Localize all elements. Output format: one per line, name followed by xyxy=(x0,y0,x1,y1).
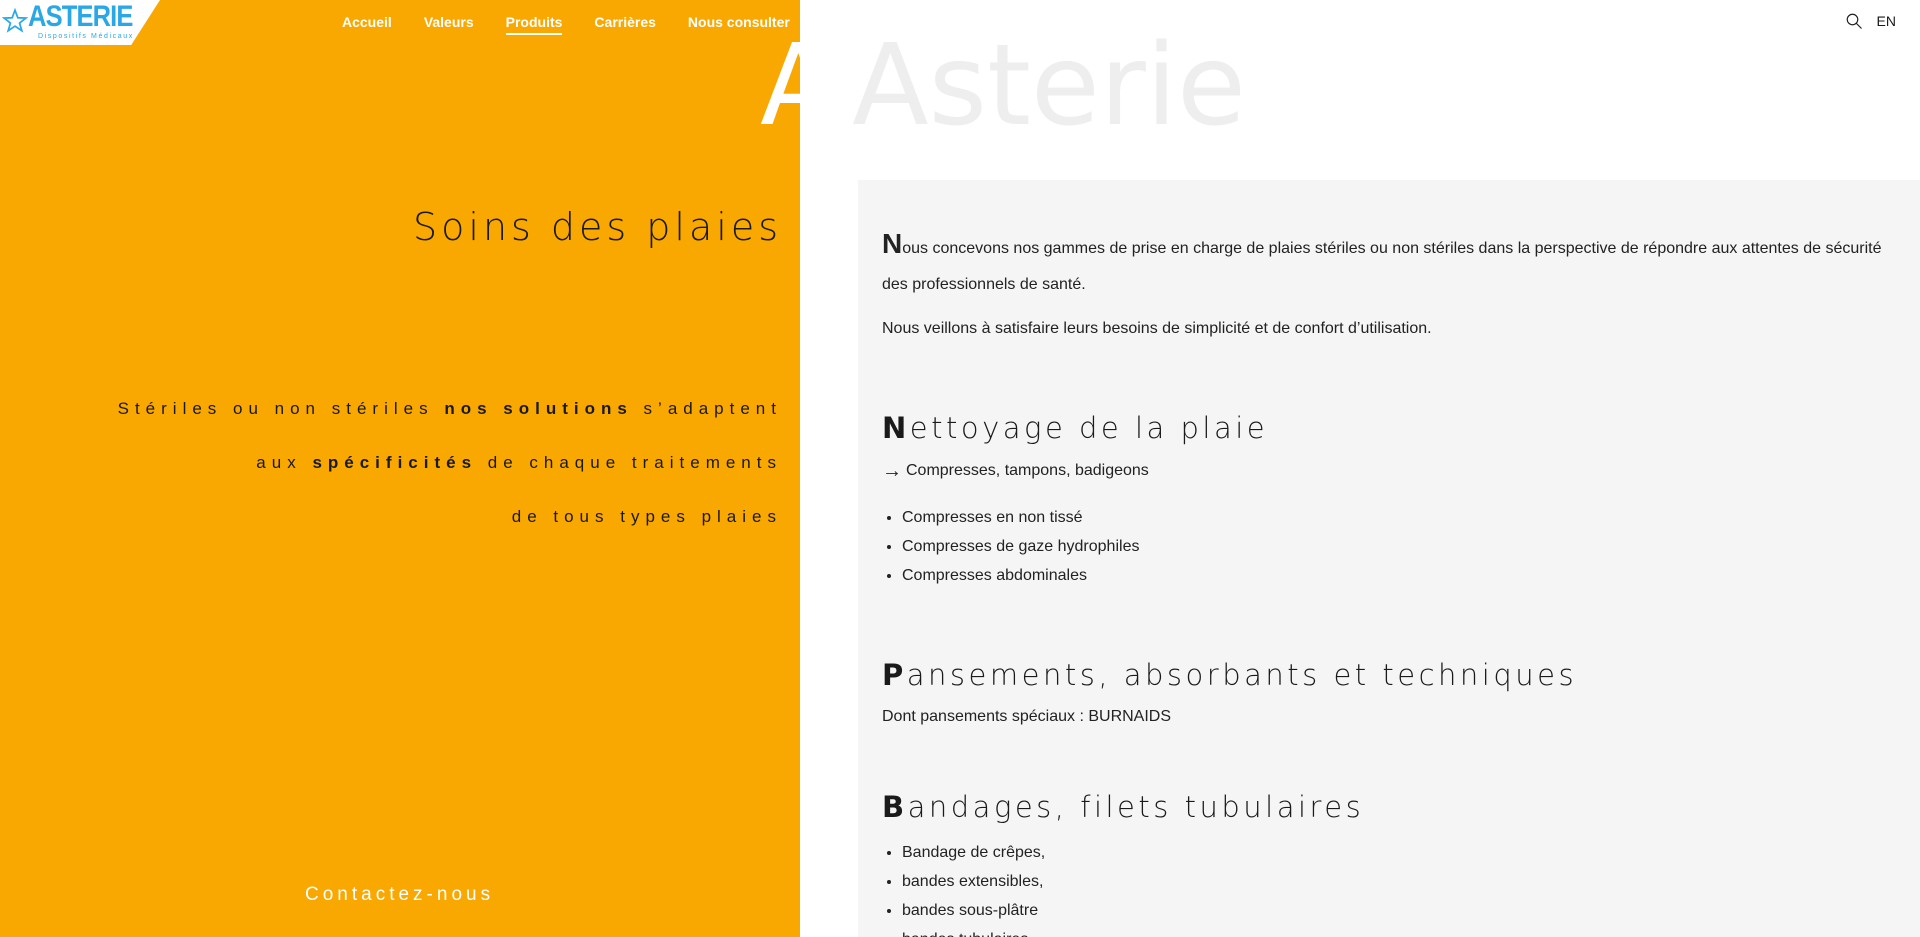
watermark-text: Asterie xyxy=(852,21,1246,151)
hero-tagline: Stériles ou non stériles nos solutions s… xyxy=(118,382,782,544)
section-subtitle: Dont pansements spéciaux : BURNAIDS xyxy=(882,708,1172,725)
list-item: Bandage de crêpes, xyxy=(902,838,1896,867)
dropcap: N xyxy=(882,228,903,259)
section-bandages: Bandages, filets tubulaires Bandage de c… xyxy=(882,790,1896,937)
contact-link[interactable]: Contactez-nous xyxy=(305,884,494,906)
section-subtitle: → Compresses, tampons, badigeons xyxy=(882,460,1149,482)
tagline-line-1: Stériles ou non stériles nos solutions s… xyxy=(117,399,782,418)
section-title: Bandages, filets tubulaires xyxy=(882,790,1365,824)
intro: Nous concevons nos gammes de prise en ch… xyxy=(882,230,1896,347)
list-item: bandes extensibles, xyxy=(902,867,1896,896)
intro-paragraph-1: Nous concevons nos gammes de prise en ch… xyxy=(882,228,1882,294)
logo-name: ASTERIE xyxy=(28,0,133,33)
logo-subtitle: Dispositifs Médicaux xyxy=(38,33,134,40)
tagline-line-2: aux spécificités de chaque traitements xyxy=(256,453,782,472)
product-list: Compresses en non tissé Compresses de ga… xyxy=(882,503,1896,590)
search-icon[interactable] xyxy=(1845,12,1863,30)
list-item: Compresses de gaze hydrophiles xyxy=(902,532,1896,561)
logo-text: ASTERIE Dispositifs Médicaux xyxy=(28,0,151,41)
content-panel: Nous concevons nos gammes de prise en ch… xyxy=(858,180,1920,937)
intro-paragraph-2: Nous veillons à satisfaire leurs besoins… xyxy=(882,320,1432,337)
arrow-right-icon: → xyxy=(882,460,902,482)
logo[interactable]: ASTERIE Dispositifs Médicaux xyxy=(0,0,160,45)
product-list: Bandage de crêpes, bandes extensibles, b… xyxy=(882,838,1896,937)
list-item: Compresses abdominales xyxy=(902,561,1896,590)
hero-panel: ASTERIE Dispositifs Médicaux Accueil Val… xyxy=(0,0,800,937)
page-title: Soins des plaies xyxy=(413,205,782,249)
nav-valeurs[interactable]: Valeurs xyxy=(424,14,474,35)
section-pansements: Pansements, absorbants et techniques Don… xyxy=(882,658,1896,726)
section-nettoyage: Nettoyage de la plaie → Compresses, tamp… xyxy=(882,411,1896,590)
tagline-line-3: de tous types plaies xyxy=(511,507,782,526)
topbar: EN xyxy=(1845,12,1896,30)
nav-accueil[interactable]: Accueil xyxy=(342,14,392,35)
nav-produits[interactable]: Produits xyxy=(505,14,563,35)
list-item: Compresses en non tissé xyxy=(902,503,1896,532)
watermark-letter: A xyxy=(760,21,800,151)
nav-carrieres[interactable]: Carrières xyxy=(594,14,656,35)
section-title: Pansements, absorbants et techniques xyxy=(882,658,1578,692)
star-icon xyxy=(2,8,28,33)
main-nav: Accueil Valeurs Produits Carrières Nous … xyxy=(342,14,790,35)
logo-inner: ASTERIE Dispositifs Médicaux xyxy=(0,0,151,40)
language-switch[interactable]: EN xyxy=(1877,13,1896,29)
section-title: Nettoyage de la plaie xyxy=(882,411,1269,445)
list-item: bandes sous-plâtre xyxy=(902,896,1896,925)
list-item: bandes tubulaires xyxy=(902,925,1896,937)
